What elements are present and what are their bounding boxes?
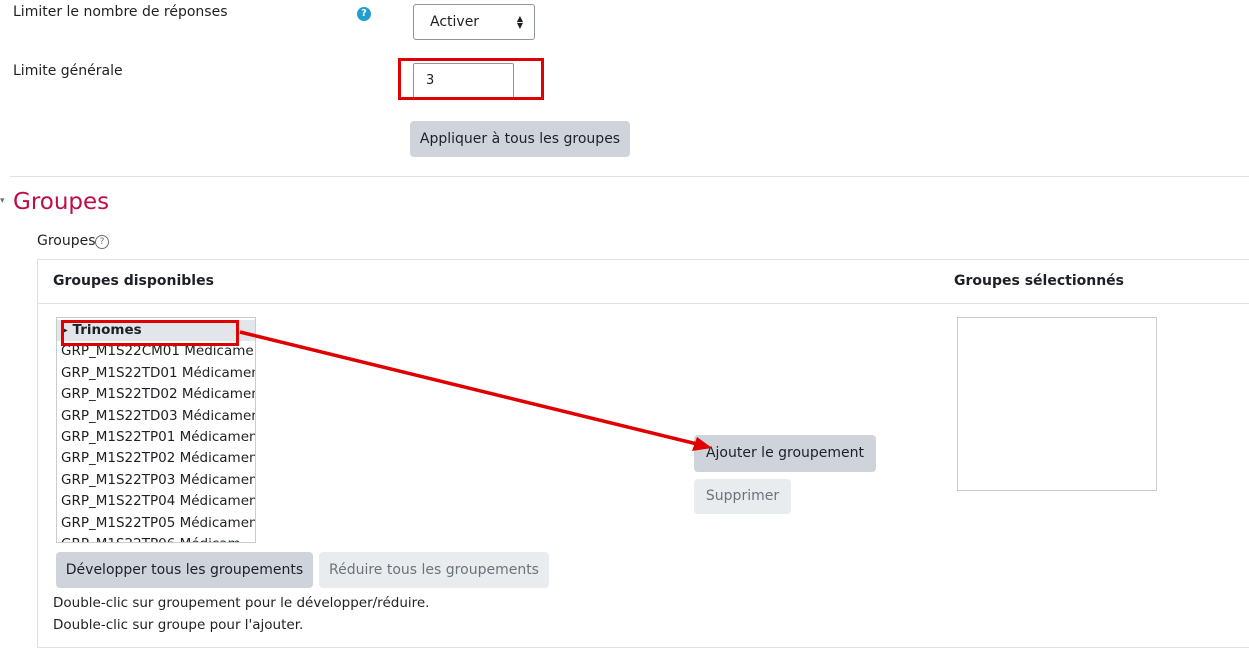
annotation-arrow [239, 330, 712, 451]
arrow-head [692, 437, 712, 451]
arrow-line [239, 330, 698, 446]
